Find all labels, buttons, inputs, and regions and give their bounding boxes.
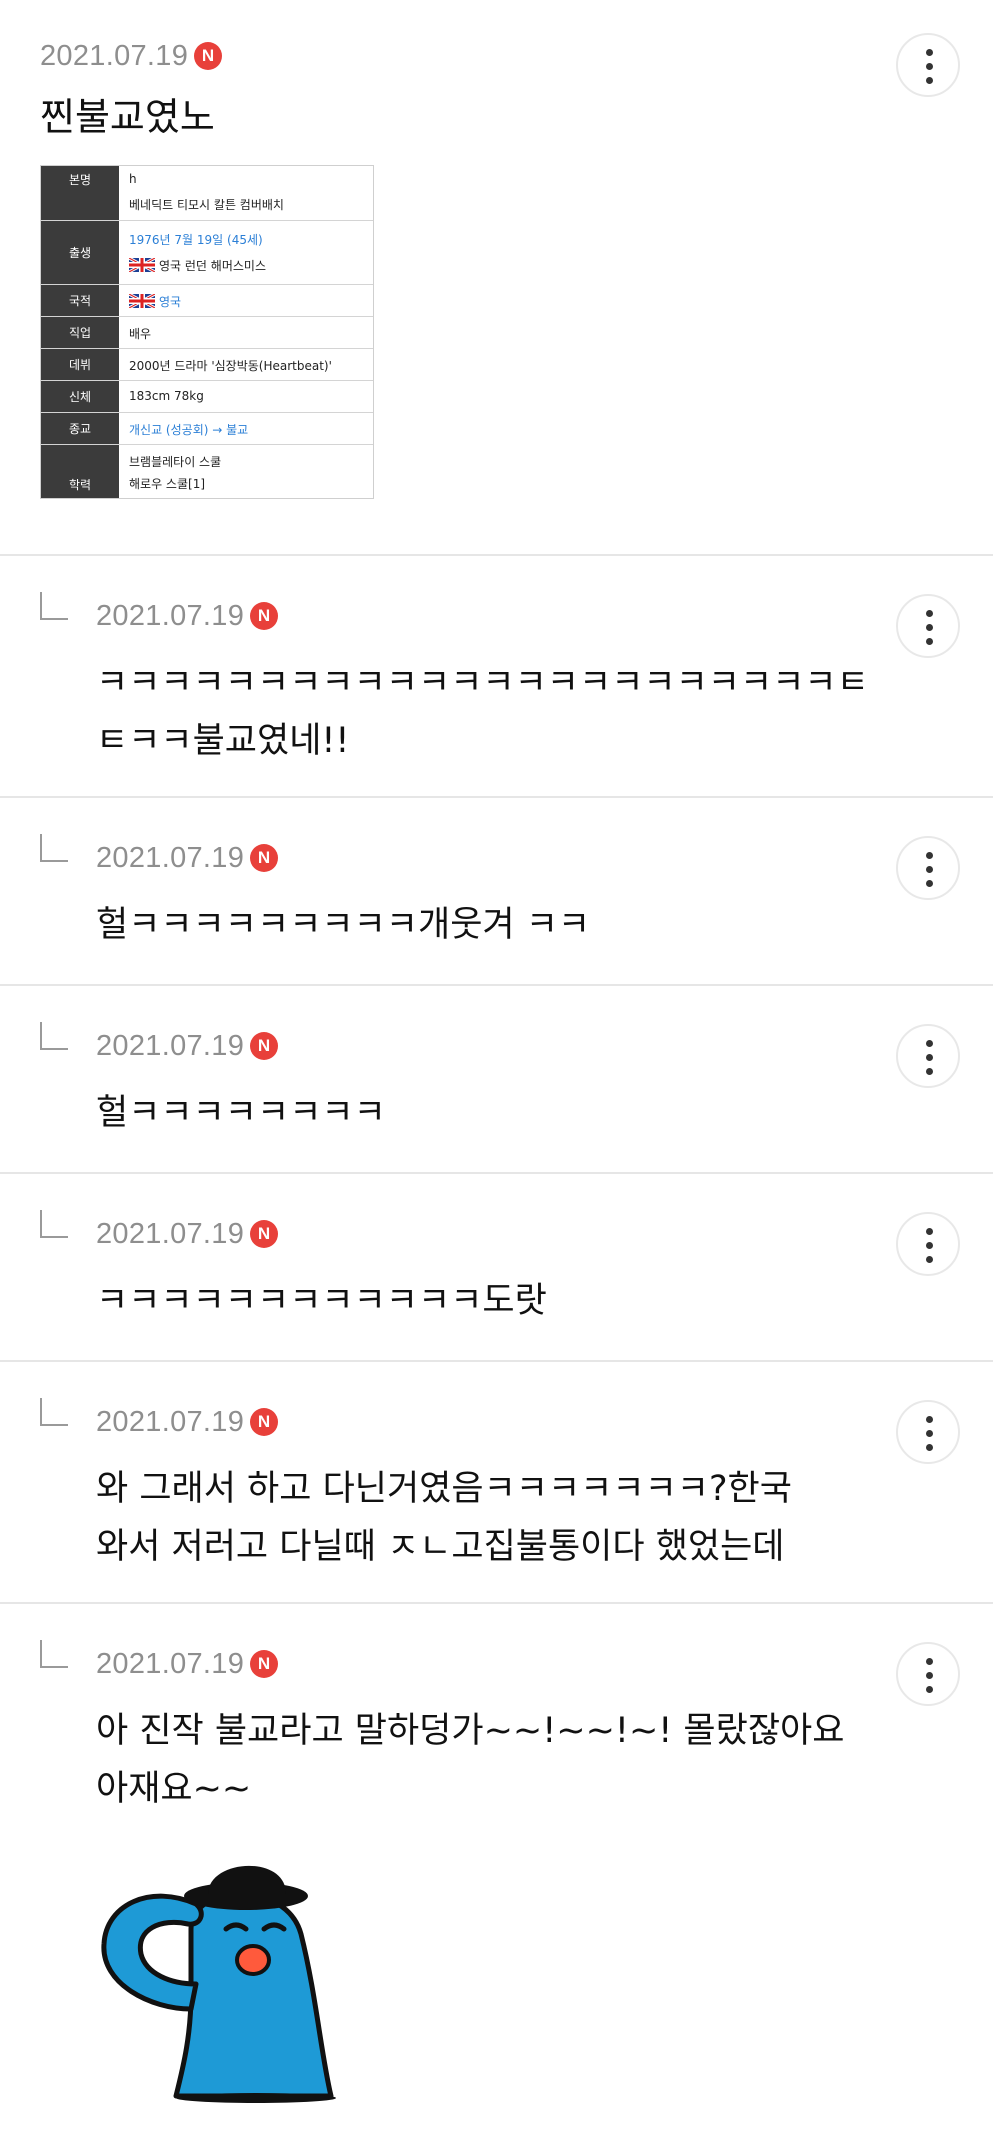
table-row: 출생 1976년 7월 19일 (45세) 영국 런던 해머스미스 bbox=[41, 220, 373, 284]
table-value-with-flag: 영국 런던 해머스미스 bbox=[129, 257, 266, 274]
comment-date: 2021.07.19 bbox=[40, 40, 189, 72]
new-badge: N bbox=[250, 1032, 278, 1060]
comment-text: 와 그래서 하고 다닌거였음ㅋㅋㅋㅋㅋㅋㅋ?한국 와서 저러고 다닐때 ㅈㄴ고집… bbox=[96, 1469, 792, 1567]
table-value[interactable]: 개신교 (성공회) → 불교 bbox=[129, 421, 248, 438]
comment-text: 찐불교였노 bbox=[40, 95, 215, 139]
table-key: 국적 bbox=[41, 285, 119, 316]
comment-date: 2021.07.19 bbox=[96, 842, 245, 874]
reply-item: 2021.07.19 N 와 그래서 하고 다닌거였음ㅋㅋㅋㅋㅋㅋㅋ?한국 와서… bbox=[0, 1362, 993, 1604]
more-options-button[interactable] bbox=[896, 1212, 960, 1276]
table-row: 종교 개신교 (성공회) → 불교 bbox=[41, 412, 373, 444]
reply-indicator-icon bbox=[40, 1398, 68, 1426]
reply-indicator-icon bbox=[40, 1022, 68, 1050]
more-options-button[interactable] bbox=[896, 594, 960, 658]
new-badge: N bbox=[250, 1650, 278, 1678]
reply-item: 2021.07.19 N 아 진작 불교라고 말하덩가~~!~~!~! 몰랐잖아… bbox=[0, 1604, 993, 2148]
more-options-button[interactable] bbox=[896, 1024, 960, 1088]
table-row: 신체 183cm 78kg bbox=[41, 380, 373, 412]
table-value: 베네딕트 티모시 칼튼 컴버배치 bbox=[129, 198, 284, 212]
comment-date: 2021.07.19 bbox=[96, 1030, 245, 1062]
uk-flag-icon bbox=[129, 294, 155, 308]
table-key: 출생 bbox=[41, 221, 119, 284]
more-options-button[interactable] bbox=[896, 836, 960, 900]
new-badge: N bbox=[250, 844, 278, 872]
reply-indicator-icon bbox=[40, 1210, 68, 1238]
uk-flag-icon bbox=[129, 258, 155, 272]
more-options-button[interactable] bbox=[896, 33, 960, 97]
more-options-button[interactable] bbox=[896, 1642, 960, 1706]
reply-indicator-icon bbox=[40, 1640, 68, 1668]
table-row: 직업 배우 bbox=[41, 316, 373, 348]
table-value: 2000년 드라마 '심장박동(Heartbeat)' bbox=[129, 359, 332, 373]
more-options-button[interactable] bbox=[896, 1400, 960, 1464]
comment-text: 아 진작 불교라고 말하덩가~~!~~!~! 몰랐잖아요 아재요~~ bbox=[96, 1711, 845, 1809]
comment-date: 2021.07.19 bbox=[96, 1406, 245, 1438]
reply-indicator-icon bbox=[40, 592, 68, 620]
table-row: 국적 영국 bbox=[41, 284, 373, 316]
reply-item: 2021.07.19 N ㅋㅋㅋㅋㅋㅋㅋㅋㅋㅋㅋㅋ도랏 bbox=[0, 1174, 993, 1362]
comment-text: ㅋㅋㅋㅋㅋㅋㅋㅋㅋㅋㅋㅋㅋㅋㅋㅋㅋㅋㅋㅋㅋㅋㅋㅌ ㅌㅋㅋ불교였네!! bbox=[96, 663, 869, 761]
table-key: 학력 bbox=[41, 445, 119, 498]
new-badge: N bbox=[194, 42, 222, 70]
comment-text: 헐ㅋㅋㅋㅋㅋㅋㅋㅋ bbox=[96, 1093, 386, 1133]
new-badge: N bbox=[250, 602, 278, 630]
table-key: 종교 bbox=[41, 413, 119, 444]
comment-item: 2021.07.19 N 찐불교였노 본명 h 베네딕트 티모시 칼튼 컴버배치… bbox=[0, 0, 993, 556]
new-badge: N bbox=[250, 1408, 278, 1436]
birthplace-text: 영국 런던 해머스미스 bbox=[159, 259, 266, 273]
table-value: 해로우 스쿨[1] bbox=[129, 477, 206, 491]
reply-item: 2021.07.19 N 헐ㅋㅋㅋㅋㅋㅋㅋㅋㅋ개웃겨 ㅋㅋ bbox=[0, 798, 993, 986]
table-key: 신체 bbox=[41, 381, 119, 412]
table-value-with-flag: 영국 bbox=[129, 293, 181, 310]
reply-item: 2021.07.19 N 헐ㅋㅋㅋㅋㅋㅋㅋㅋ bbox=[0, 986, 993, 1174]
table-value[interactable]: 1976년 7월 19일 (45세) bbox=[129, 231, 263, 248]
comment-text: ㅋㅋㅋㅋㅋㅋㅋㅋㅋㅋㅋㅋ도랏 bbox=[96, 1281, 547, 1321]
table-key: 직업 bbox=[41, 317, 119, 348]
reply-item: 2021.07.19 N ㅋㅋㅋㅋㅋㅋㅋㅋㅋㅋㅋㅋㅋㅋㅋㅋㅋㅋㅋㅋㅋㅋㅋㅌ ㅌㅋ… bbox=[0, 556, 993, 798]
comment-date: 2021.07.19 bbox=[96, 1648, 245, 1680]
comment-date: 2021.07.19 bbox=[96, 1218, 245, 1250]
new-badge: N bbox=[250, 1220, 278, 1248]
table-row: 데뷔 2000년 드라마 '심장박동(Heartbeat)' bbox=[41, 348, 373, 380]
blue-character-salute-sticker bbox=[101, 1865, 336, 2103]
comment-date: 2021.07.19 bbox=[96, 600, 245, 632]
table-value: 브램블레타이 스쿨 bbox=[129, 455, 222, 469]
table-value: 183cm 78kg bbox=[129, 389, 204, 403]
table-value: h bbox=[129, 172, 137, 186]
profile-table-image[interactable]: 본명 h 베네딕트 티모시 칼튼 컴버배치 출생 1976년 7월 19일 (4… bbox=[40, 165, 374, 499]
table-value: 배우 bbox=[129, 327, 152, 341]
table-key: 데뷔 bbox=[41, 349, 119, 380]
nationality-link[interactable]: 영국 bbox=[159, 295, 181, 309]
reply-indicator-icon bbox=[40, 834, 68, 862]
comment-text: 헐ㅋㅋㅋㅋㅋㅋㅋㅋㅋ개웃겨 ㅋㅋ bbox=[96, 905, 591, 945]
table-key: 본명 bbox=[41, 166, 119, 220]
comment-list: 2021.07.19 N 찐불교였노 본명 h 베네딕트 티모시 칼튼 컴버배치… bbox=[0, 0, 1000, 2148]
table-row: 본명 h 베네딕트 티모시 칼튼 컴버배치 bbox=[41, 166, 373, 220]
table-row: 학력 브램블레타이 스쿨 해로우 스쿨[1] bbox=[41, 444, 373, 498]
